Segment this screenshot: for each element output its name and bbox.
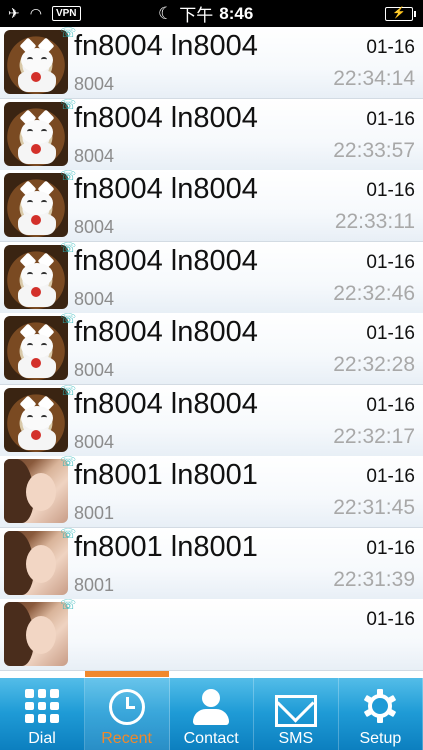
contact-name: fn8001 ln8001 xyxy=(74,530,258,563)
contact-name: fn8001 ln8001 xyxy=(74,459,258,491)
call-time: 22:31:45 xyxy=(333,496,415,519)
call-date: 01-16 xyxy=(366,108,415,130)
contact-avatar[interactable] xyxy=(4,316,68,380)
outgoing-call-icon: ☏ xyxy=(60,27,77,40)
tab-setup[interactable]: Setup xyxy=(338,678,423,750)
call-row[interactable]: ☏ fn8004 ln8004 8004 01-16 22:32:46 xyxy=(0,239,423,314)
call-time: 22:34:14 xyxy=(333,67,415,90)
contact-number: 8004 xyxy=(74,360,115,380)
time-prefix: 下午 xyxy=(179,6,214,25)
call-row[interactable]: ☏ fn8004 ln8004 8004 01-16 22:33:57 xyxy=(0,96,423,171)
call-row[interactable]: ☏ fn8004 ln8004 8004 01-16 22:32:17 xyxy=(0,382,423,457)
call-date: 01-16 xyxy=(366,537,415,559)
charging-icon: ⚡ xyxy=(392,7,406,19)
contact-name: fn8004 ln8004 xyxy=(74,173,258,205)
battery-icon: ⚡ xyxy=(385,7,416,21)
contact-avatar[interactable] xyxy=(4,387,68,452)
outgoing-call-icon: ☏ xyxy=(60,525,77,541)
call-time: 22:33:11 xyxy=(334,210,415,233)
contact-avatar[interactable] xyxy=(4,101,68,166)
status-time: 8:46 xyxy=(219,3,254,23)
contact-number: 8004 xyxy=(74,288,115,309)
recent-call-list[interactable]: ☏ fn8004 ln8004 8004 01-16 22:34:14 ☏ fn8004 l… xyxy=(0,27,423,675)
contact-number: 8004 xyxy=(74,217,115,237)
gear-icon xyxy=(363,689,397,723)
call-time: 22:31:39 xyxy=(333,567,415,591)
contact-name: fn8004 ln8004 xyxy=(74,30,258,62)
dialpad-icon xyxy=(25,689,59,723)
call-row[interactable]: ☏ fn8004 ln8004 8004 01-16 22:33:11 xyxy=(0,168,423,242)
tab-bar: Dial Recent Contact SMS Setup xyxy=(0,671,423,750)
contact-avatar[interactable] xyxy=(4,530,68,595)
call-time: 22:32:28 xyxy=(333,353,415,376)
call-date: 01-16 xyxy=(366,180,415,201)
contact-name: fn8004 ln8004 xyxy=(74,244,258,277)
tab-dial[interactable]: Dial xyxy=(0,678,85,750)
call-date: 01-16 xyxy=(366,466,415,487)
call-date: 01-16 xyxy=(366,609,415,630)
envelope-icon xyxy=(274,695,317,727)
call-row[interactable]: ☏ fn8001 ln8001 8001 01-16 22:31:45 xyxy=(0,454,423,528)
contact-avatar[interactable] xyxy=(4,244,68,309)
call-date: 01-16 xyxy=(366,323,415,344)
wifi-icon: ◠ xyxy=(29,5,42,21)
tab-recent[interactable]: Recent xyxy=(84,671,170,750)
active-tab-indicator xyxy=(84,671,169,677)
outgoing-call-icon: ☏ xyxy=(60,454,77,469)
tab-contact[interactable]: Contact xyxy=(169,678,255,750)
call-time: 22:32:17 xyxy=(333,424,415,448)
call-time: 22:33:57 xyxy=(333,138,415,162)
outgoing-call-icon: ☏ xyxy=(60,239,77,255)
call-row[interactable]: ☏ fn8001 ln8001 8001 01-16 22:31:39 xyxy=(0,525,423,600)
contact-number: 8001 xyxy=(74,503,115,523)
contact-name: fn8004 ln8004 xyxy=(74,316,258,348)
status-clock: ☾ 下午 8:46 xyxy=(158,0,253,27)
tab-label: Setup xyxy=(359,730,402,747)
outgoing-call-icon: ☏ xyxy=(60,311,77,326)
contact-avatar[interactable] xyxy=(4,173,68,237)
tab-label: Contact xyxy=(183,730,239,747)
call-row[interactable]: ☏ fn8004 ln8004 8004 01-16 22:34:14 xyxy=(0,27,423,99)
call-row[interactable]: ☏ fn8004 ln8004 8004 01-16 22:32:28 xyxy=(0,311,423,385)
tab-label: Recent xyxy=(101,730,152,747)
call-time: 22:32:46 xyxy=(333,281,415,305)
status-bar: ✈ ◠ VPN ☾ 下午 8:46 ⚡ xyxy=(0,0,423,27)
outgoing-call-icon: ☏ xyxy=(60,382,77,398)
call-date: 01-16 xyxy=(366,394,415,416)
contact-number: 8001 xyxy=(74,574,115,595)
outgoing-call-icon: ☏ xyxy=(60,168,77,183)
moon-icon: ☾ xyxy=(158,3,174,23)
contact-avatar[interactable] xyxy=(4,30,68,94)
call-date: 01-16 xyxy=(366,37,415,58)
tab-label: SMS xyxy=(278,730,314,747)
clock-icon xyxy=(108,689,145,725)
outgoing-call-icon: ☏ xyxy=(60,597,77,612)
call-row[interactable]: ☏ 01-16 xyxy=(0,597,423,671)
contact-number: 8004 xyxy=(74,431,115,452)
contact-avatar[interactable] xyxy=(4,602,68,666)
call-date: 01-16 xyxy=(366,251,415,273)
contact-number: 8004 xyxy=(74,74,115,94)
contact-avatar[interactable] xyxy=(4,459,68,523)
tab-sms[interactable]: SMS xyxy=(254,678,339,750)
status-left: ✈ ◠ VPN xyxy=(8,0,81,27)
tab-label: Dial xyxy=(28,730,56,747)
contact-name: fn8004 ln8004 xyxy=(74,387,258,420)
airplane-icon: ✈ xyxy=(8,5,20,21)
person-icon xyxy=(193,689,230,727)
contact-name: fn8004 ln8004 xyxy=(74,101,258,134)
contact-number: 8004 xyxy=(74,145,115,166)
outgoing-call-icon: ☏ xyxy=(60,96,77,112)
vpn-badge: VPN xyxy=(51,6,81,21)
